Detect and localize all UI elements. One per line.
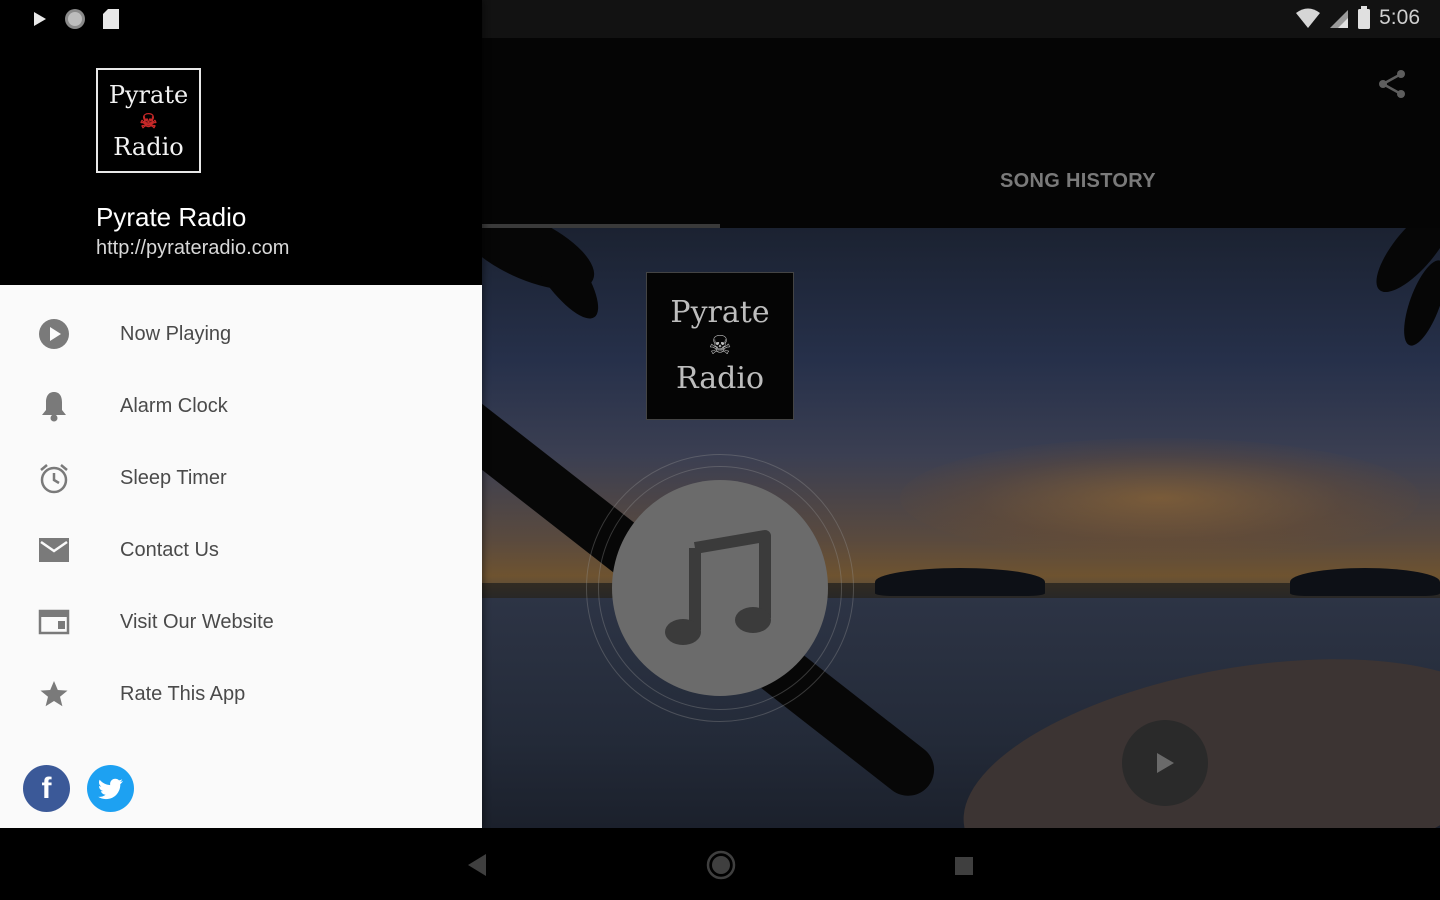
drawer-header: Pyrate ☠ Radio Pyrate Radio http://pyrat…	[0, 0, 482, 285]
share-icon[interactable]	[1376, 68, 1408, 100]
status-icons: 5:06	[1295, 6, 1420, 30]
menu-label: Contact Us	[120, 538, 219, 561]
browser-window-icon	[38, 606, 70, 638]
nav-home-icon[interactable]	[706, 850, 736, 880]
artwork-logo-line1: Pyrate	[670, 295, 770, 330]
battery-icon	[1358, 6, 1371, 29]
menu-label: Visit Our Website	[120, 610, 274, 633]
skull-icon: ☠	[139, 108, 158, 133]
facebook-icon: f	[41, 771, 52, 805]
facebook-button[interactable]: f	[23, 765, 70, 812]
social-links: f	[23, 765, 134, 812]
tab-song-history[interactable]: SONG HISTORY	[1000, 170, 1156, 193]
station-logo: Pyrate ☠ Radio	[96, 68, 201, 173]
station-name: Pyrate Radio	[96, 202, 247, 232]
nav-back-icon[interactable]	[466, 852, 488, 878]
menu-label: Now Playing	[120, 322, 232, 345]
menu-item-sleep-timer[interactable]: Sleep Timer	[0, 442, 482, 514]
play-icon	[1157, 753, 1174, 773]
menu-label: Rate This App	[120, 682, 246, 705]
menu-item-now-playing[interactable]: Now Playing	[0, 298, 482, 370]
clock-time: 5:06	[1379, 6, 1420, 29]
cell-signal-icon	[1330, 10, 1349, 28]
alarm-clock-icon	[38, 462, 70, 494]
menu-item-rate-app[interactable]: Rate This App	[0, 658, 482, 730]
play-button[interactable]	[1122, 720, 1208, 806]
menu-item-contact-us[interactable]: Contact Us	[0, 514, 482, 586]
wifi-icon	[1296, 8, 1321, 28]
logo-line2: Radio	[113, 132, 184, 161]
navigation-drawer: Pyrate ☠ Radio Pyrate Radio http://pyrat…	[0, 0, 482, 828]
record-icon	[65, 9, 85, 29]
twitter-icon	[97, 778, 123, 799]
nav-recents-icon[interactable]	[954, 856, 974, 876]
station-artwork-logo: Pyrate ☠ Radio	[646, 272, 794, 420]
skull-icon: ☠	[708, 331, 732, 361]
artwork-logo-line2: Radio	[675, 361, 765, 396]
play-circle-icon	[38, 318, 70, 350]
menu-item-alarm-clock[interactable]: Alarm Clock	[0, 370, 482, 442]
drawer-menu: Now Playing Alarm Clock Sleep Timer Cont…	[0, 298, 482, 730]
menu-item-visit-website[interactable]: Visit Our Website	[0, 586, 482, 658]
music-note-icon	[665, 530, 771, 645]
star-icon	[38, 678, 70, 710]
bell-icon	[38, 390, 70, 422]
menu-label: Alarm Clock	[120, 394, 228, 417]
station-url[interactable]: http://pyrateradio.com	[96, 237, 289, 260]
media-play-icon	[34, 12, 46, 26]
twitter-button[interactable]	[87, 765, 134, 812]
sd-card-icon	[103, 9, 119, 29]
logo-line1: Pyrate	[108, 80, 189, 109]
status-notifications	[32, 8, 120, 30]
menu-label: Sleep Timer	[120, 466, 227, 489]
music-note-button[interactable]	[612, 480, 828, 696]
envelope-icon	[38, 534, 70, 566]
